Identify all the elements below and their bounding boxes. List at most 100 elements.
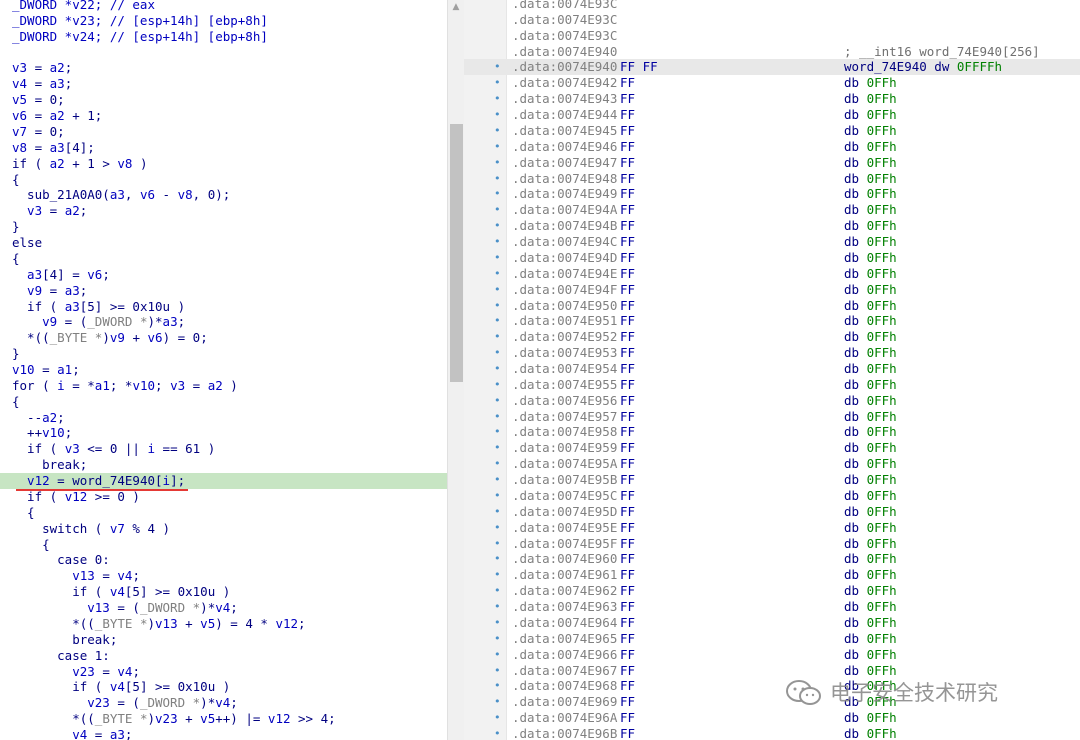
breakpoint-dot-icon[interactable]: • bbox=[494, 313, 502, 329]
breakpoint-dot-icon[interactable]: • bbox=[494, 250, 502, 266]
highlighted-code-line[interactable]: v12 = word_74E940[i]; bbox=[0, 473, 447, 490]
breakpoint-dot-icon[interactable]: • bbox=[494, 91, 502, 107]
data-row[interactable]: • .data:0074E951 FF db 0FFh bbox=[464, 313, 1080, 329]
data-row[interactable]: .data:0074E93C bbox=[464, 12, 1080, 28]
breakpoint-dot-icon[interactable]: • bbox=[494, 488, 502, 504]
code-line[interactable]: v9 = a3; bbox=[0, 283, 447, 299]
data-row[interactable]: .data:0074E940 ; __int16 word_74E940[256] bbox=[464, 44, 1080, 60]
selected-data-row[interactable]: • .data:0074E940 FF FF word_74E940 dw 0FFFF… bbox=[464, 59, 1080, 76]
breakpoint-dot-icon[interactable]: • bbox=[494, 75, 502, 91]
code-line[interactable]: v13 = (_DWORD *)*v4; bbox=[0, 600, 447, 616]
code-line[interactable]: for ( i = *a1; *v10; v3 = a2 ) bbox=[0, 378, 447, 394]
pseudocode-panel[interactable]: _DWORD *v22; // eax _DWORD *v23; // [esp+… bbox=[0, 0, 447, 740]
breakpoint-dot-icon[interactable]: • bbox=[494, 456, 502, 472]
breakpoint-dot-icon[interactable]: • bbox=[494, 504, 502, 520]
code-line[interactable]: a3[4] = v6; bbox=[0, 267, 447, 283]
breakpoint-dot-icon[interactable]: • bbox=[494, 59, 502, 75]
breakpoint-dot-icon[interactable]: • bbox=[494, 472, 502, 488]
code-line[interactable]: _DWORD *v23; // [esp+14h] [ebp+8h] bbox=[0, 13, 447, 29]
breakpoint-dot-icon[interactable]: • bbox=[494, 377, 502, 393]
data-row[interactable]: • .data:0074E952 FF db 0FFh bbox=[464, 329, 1080, 345]
data-row[interactable]: • .data:0074E960 FF db 0FFh bbox=[464, 551, 1080, 567]
code-line[interactable]: else bbox=[0, 235, 447, 251]
data-row[interactable]: • .data:0074E942 FF db 0FFh bbox=[464, 75, 1080, 91]
breakpoint-dot-icon[interactable]: • bbox=[494, 234, 502, 250]
data-row[interactable]: • .data:0074E944 FF db 0FFh bbox=[464, 107, 1080, 123]
breakpoint-dot-icon[interactable]: • bbox=[494, 663, 502, 679]
code-line[interactable]: if ( v4[5] >= 0x10u ) bbox=[0, 584, 447, 600]
breakpoint-dot-icon[interactable]: • bbox=[494, 536, 502, 552]
breakpoint-dot-icon[interactable]: • bbox=[494, 186, 502, 202]
breakpoint-dot-icon[interactable]: • bbox=[494, 171, 502, 187]
breakpoint-dot-icon[interactable]: • bbox=[494, 710, 502, 726]
breakpoint-dot-icon[interactable]: • bbox=[494, 615, 502, 631]
code-line[interactable]: *((_BYTE *)v9 + v6) = 0; bbox=[0, 330, 447, 346]
breakpoint-dot-icon[interactable]: • bbox=[494, 440, 502, 456]
code-line[interactable]: { bbox=[0, 394, 447, 410]
data-row[interactable]: • .data:0074E94A FF db 0FFh bbox=[464, 202, 1080, 218]
code-line[interactable]: *((_BYTE *)v23 + v5++) |= v12 >> 4; bbox=[0, 711, 447, 727]
code-line[interactable] bbox=[0, 45, 447, 61]
breakpoint-dot-icon[interactable]: • bbox=[494, 631, 502, 647]
breakpoint-dot-icon[interactable]: • bbox=[494, 298, 502, 314]
data-row[interactable]: • .data:0074E95F FF db 0FFh bbox=[464, 536, 1080, 552]
code-line[interactable]: --a2; bbox=[0, 410, 447, 426]
code-line[interactable]: { bbox=[0, 251, 447, 267]
scrollbar-thumb[interactable] bbox=[450, 124, 463, 382]
code-line[interactable]: if ( a3[5] >= 0x10u ) bbox=[0, 299, 447, 315]
data-row[interactable]: • .data:0074E959 FF db 0FFh bbox=[464, 440, 1080, 456]
breakpoint-dot-icon[interactable]: • bbox=[494, 409, 502, 425]
data-row[interactable]: • .data:0074E954 FF db 0FFh bbox=[464, 361, 1080, 377]
data-row[interactable]: • .data:0074E947 FF db 0FFh bbox=[464, 155, 1080, 171]
data-row[interactable]: • .data:0074E949 FF db 0FFh bbox=[464, 186, 1080, 202]
code-line[interactable]: break; bbox=[0, 632, 447, 648]
code-line[interactable]: { bbox=[0, 172, 447, 188]
code-line[interactable]: if ( a2 + 1 > v8 ) bbox=[0, 156, 447, 172]
breakpoint-dot-icon[interactable]: • bbox=[494, 345, 502, 361]
code-line[interactable]: v8 = a3[4]; bbox=[0, 140, 447, 156]
code-line[interactable]: switch ( v7 % 4 ) bbox=[0, 521, 447, 537]
breakpoint-dot-icon[interactable]: • bbox=[494, 139, 502, 155]
data-row[interactable]: • .data:0074E965 FF db 0FFh bbox=[464, 631, 1080, 647]
code-line[interactable]: v23 = (_DWORD *)*v4; bbox=[0, 695, 447, 711]
breakpoint-dot-icon[interactable]: • bbox=[494, 583, 502, 599]
data-row[interactable]: .data:0074E93C bbox=[464, 0, 1080, 12]
data-row[interactable]: • .data:0074E943 FF db 0FFh bbox=[464, 91, 1080, 107]
data-row[interactable]: • .data:0074E963 FF db 0FFh bbox=[464, 599, 1080, 615]
breakpoint-dot-icon[interactable]: • bbox=[494, 393, 502, 409]
code-line[interactable]: break; bbox=[0, 457, 447, 473]
code-line[interactable]: *((_BYTE *)v13 + v5) = 4 * v12; bbox=[0, 616, 447, 632]
code-line[interactable]: v3 = a2; bbox=[0, 60, 447, 76]
data-row[interactable]: .data:0074E93C bbox=[464, 28, 1080, 44]
data-row[interactable]: • .data:0074E948 FF db 0FFh bbox=[464, 171, 1080, 187]
code-line[interactable]: case 1: bbox=[0, 648, 447, 664]
code-line[interactable]: v9 = (_DWORD *)*a3; bbox=[0, 314, 447, 330]
breakpoint-dot-icon[interactable]: • bbox=[494, 520, 502, 536]
data-row[interactable]: • .data:0074E94B FF db 0FFh bbox=[464, 218, 1080, 234]
data-row[interactable]: • .data:0074E945 FF db 0FFh bbox=[464, 123, 1080, 139]
data-row[interactable]: • .data:0074E94C FF db 0FFh bbox=[464, 234, 1080, 250]
data-row[interactable]: • .data:0074E958 FF db 0FFh bbox=[464, 424, 1080, 440]
data-row[interactable]: • .data:0074E964 FF db 0FFh bbox=[464, 615, 1080, 631]
code-line[interactable]: v10 = a1; bbox=[0, 362, 447, 378]
data-row[interactable]: • .data:0074E94F FF db 0FFh bbox=[464, 282, 1080, 298]
code-line[interactable]: v4 = a3; bbox=[0, 727, 447, 740]
data-row[interactable]: • .data:0074E95A FF db 0FFh bbox=[464, 456, 1080, 472]
code-line[interactable]: v5 = 0; bbox=[0, 92, 447, 108]
data-row[interactable]: • .data:0074E946 FF db 0FFh bbox=[464, 139, 1080, 155]
breakpoint-dot-icon[interactable]: • bbox=[494, 726, 502, 740]
code-line[interactable]: if ( v3 <= 0 || i == 61 ) bbox=[0, 441, 447, 457]
code-line[interactable]: _DWORD *v24; // [esp+14h] [ebp+8h] bbox=[0, 29, 447, 45]
pseudocode-scrollbar[interactable]: ▲ bbox=[447, 0, 465, 740]
breakpoint-dot-icon[interactable]: • bbox=[494, 202, 502, 218]
breakpoint-dot-icon[interactable]: • bbox=[494, 567, 502, 583]
data-row[interactable]: • .data:0074E94D FF db 0FFh bbox=[464, 250, 1080, 266]
breakpoint-dot-icon[interactable]: • bbox=[494, 266, 502, 282]
data-row[interactable]: • .data:0074E953 FF db 0FFh bbox=[464, 345, 1080, 361]
data-row[interactable]: • .data:0074E95B FF db 0FFh bbox=[464, 472, 1080, 488]
data-row[interactable]: • .data:0074E966 FF db 0FFh bbox=[464, 647, 1080, 663]
code-line[interactable]: if ( v12 >= 0 ) bbox=[0, 489, 447, 505]
data-row[interactable]: • .data:0074E95C FF db 0FFh bbox=[464, 488, 1080, 504]
data-row[interactable]: • .data:0074E96B FF db 0FFh bbox=[464, 726, 1080, 740]
data-row[interactable]: • .data:0074E957 FF db 0FFh bbox=[464, 409, 1080, 425]
